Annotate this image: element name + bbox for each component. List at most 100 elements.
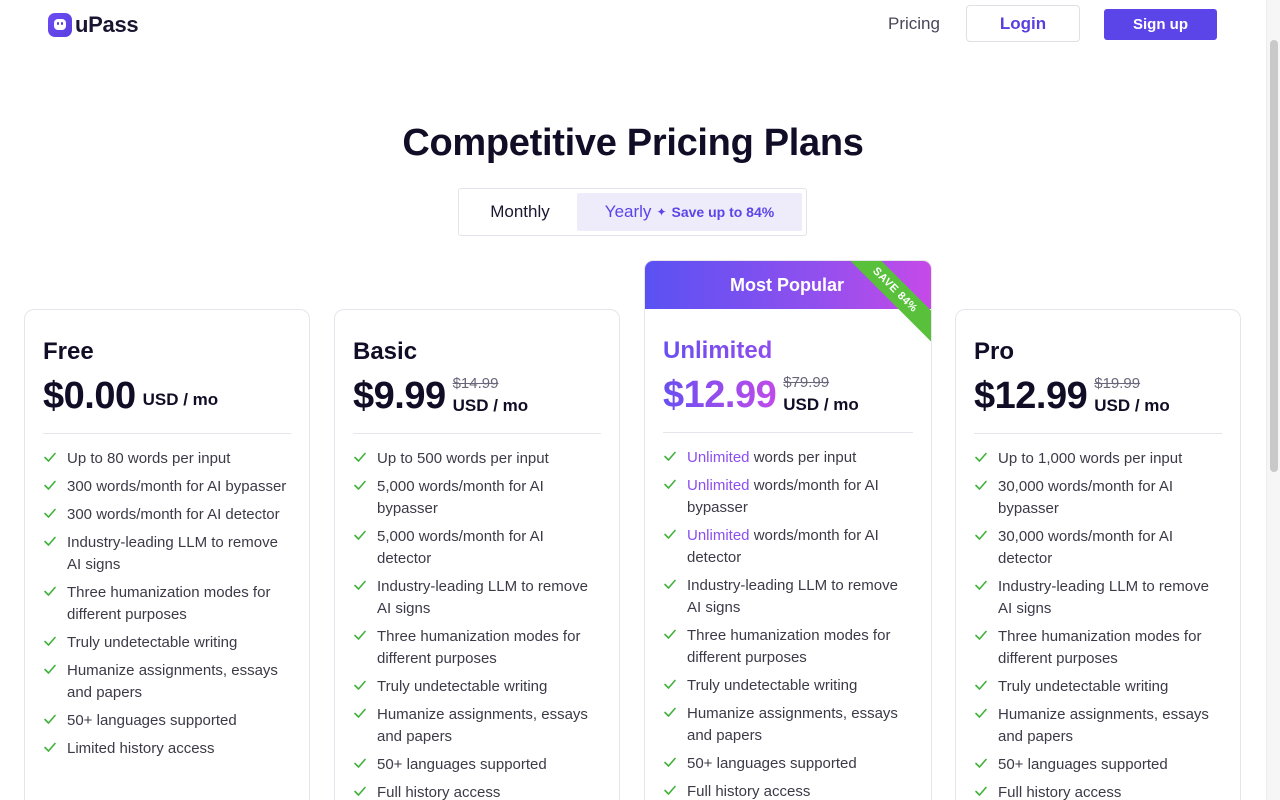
feature-text: Full history access (687, 781, 810, 800)
feature-list: Unlimited words per input Unlimited words… (663, 447, 913, 800)
price-unit: USD / mo (783, 395, 859, 414)
feature-text: Limited history access (67, 738, 215, 760)
feature-item: Humanize assignments, essays and papers (43, 660, 291, 704)
feature-item: Humanize assignments, essays and papers (663, 703, 913, 747)
feature-text: Three humanization modes for different p… (67, 582, 291, 626)
price-row: $12.99 $79.99 USD / mo (663, 373, 913, 417)
signup-button[interactable]: Sign up (1104, 9, 1217, 40)
feature-label: Truly undetectable writing (998, 678, 1169, 695)
plan-card-free: Free $0.00 USD / mo Up to 80 words per i… (24, 309, 310, 800)
feature-text: Humanize assignments, essays and papers (998, 704, 1222, 748)
plan-card-basic: Basic $9.99 $14.99 USD / mo Up to 500 wo… (334, 309, 620, 800)
plan-price: $9.99 (353, 375, 446, 417)
feature-label: 300 words/month for AI detector (67, 506, 280, 523)
feature-label: 30,000 words/month for AI bypasser (998, 478, 1174, 517)
feature-item: 50+ languages supported (974, 754, 1222, 776)
nav-pricing-link[interactable]: Pricing (888, 14, 940, 34)
check-icon (353, 578, 369, 592)
check-icon (43, 450, 59, 464)
feature-text: Industry-leading LLM to remove AI signs (687, 575, 913, 619)
feature-list: Up to 80 words per input 300 words/month … (43, 448, 291, 760)
check-icon (974, 628, 990, 642)
feature-label: Humanize assignments, essays and papers (67, 662, 278, 701)
feature-item: Unlimited words per input (663, 447, 913, 469)
feature-label: 50+ languages supported (377, 756, 547, 773)
feature-label: Limited history access (67, 740, 215, 757)
feature-label: 300 words/month for AI bypasser (67, 478, 287, 495)
feature-text: Truly undetectable writing (998, 676, 1168, 698)
feature-label: Full history access (687, 783, 811, 800)
check-icon (353, 784, 369, 798)
check-icon (974, 528, 990, 542)
feature-label: Industry-leading LLM to remove AI signs (377, 578, 588, 617)
check-icon (663, 677, 679, 691)
feature-item: 30,000 words/month for AI bypasser (974, 476, 1222, 520)
feature-text: Industry-leading LLM to remove AI signs (998, 576, 1222, 620)
feature-text: 30,000 words/month for AI detector (998, 526, 1222, 570)
feature-item: Industry-leading LLM to remove AI signs (353, 576, 601, 620)
check-icon (663, 577, 679, 591)
feature-label: 30,000 words/month for AI detector (998, 528, 1174, 567)
check-icon (353, 628, 369, 642)
login-button[interactable]: Login (966, 5, 1080, 42)
plan-price: $12.99 (663, 374, 777, 416)
feature-text: Three humanization modes for different p… (377, 626, 601, 670)
plan-card-unlimited: Most Popular SAVE 84% Unlimited $12.99 $… (645, 261, 931, 800)
feature-list: Up to 1,000 words per input 30,000 words/… (974, 448, 1222, 800)
divider (43, 433, 291, 434)
toggle-monthly[interactable]: Monthly (463, 193, 577, 231)
price-row: $12.99 $19.99 USD / mo (974, 374, 1222, 418)
feature-item: 5,000 words/month for AI detector (353, 526, 601, 570)
plan-name: Basic (353, 338, 418, 365)
feature-text: Full history access (998, 782, 1121, 800)
feature-item: 30,000 words/month for AI detector (974, 526, 1222, 570)
divider (663, 432, 913, 433)
check-icon (43, 662, 59, 676)
save-badge: Save up to 84% (671, 204, 775, 220)
feature-label: Humanize assignments, essays and papers (998, 706, 1209, 745)
feature-label: 50+ languages supported (687, 755, 857, 772)
feature-item: 50+ languages supported (663, 753, 913, 775)
check-icon (974, 450, 990, 464)
feature-text: Truly undetectable writing (687, 675, 857, 697)
feature-text: Unlimited words/month for AI bypasser (687, 475, 913, 519)
price-unit: USD / mo (142, 390, 219, 409)
check-icon (663, 627, 679, 641)
feature-label: 50+ languages supported (998, 756, 1168, 773)
sparkle-icon: ✦ (656, 205, 667, 219)
page-scrollbar[interactable] (1266, 0, 1280, 800)
feature-text: Full history access (377, 782, 500, 800)
check-icon (974, 706, 990, 720)
plan-name: Unlimited (663, 337, 913, 365)
feature-text: 30,000 words/month for AI bypasser (998, 476, 1222, 520)
plan-name: Pro (974, 338, 1015, 365)
check-icon (43, 740, 59, 754)
feature-item: 300 words/month for AI detector (43, 504, 291, 526)
check-icon (663, 783, 679, 797)
feature-item: Industry-leading LLM to remove AI signs (43, 532, 291, 576)
check-icon (663, 449, 679, 463)
feature-label: Three humanization modes for different p… (998, 628, 1202, 667)
check-icon (663, 527, 679, 541)
feature-label: 5,000 words/month for AI bypasser (377, 478, 544, 517)
feature-label: Humanize assignments, essays and papers (377, 706, 588, 745)
feature-label: Three humanization modes for different p… (687, 627, 891, 666)
feature-label: Up to 1,000 words per input (998, 450, 1183, 467)
toggle-yearly[interactable]: Yearly ✦ Save up to 84% (577, 193, 802, 231)
check-icon (353, 478, 369, 492)
feature-label: Three humanization modes for different p… (67, 584, 271, 623)
check-icon (663, 755, 679, 769)
feature-text: Three humanization modes for different p… (687, 625, 913, 669)
feature-item: Industry-leading LLM to remove AI signs (974, 576, 1222, 620)
feature-text: Up to 80 words per input (67, 448, 230, 470)
divider (353, 433, 601, 434)
brand-logo[interactable]: uPass (48, 12, 139, 38)
check-icon (663, 477, 679, 491)
scrollbar-thumb[interactable] (1270, 40, 1278, 472)
feature-label: Truly undetectable writing (377, 678, 548, 695)
price-row: $0.00 USD / mo (43, 374, 291, 418)
brand-name: uPass (75, 12, 139, 37)
price-unit: USD / mo (1094, 396, 1170, 415)
divider (974, 433, 1222, 434)
feature-item: Humanize assignments, essays and papers (974, 704, 1222, 748)
